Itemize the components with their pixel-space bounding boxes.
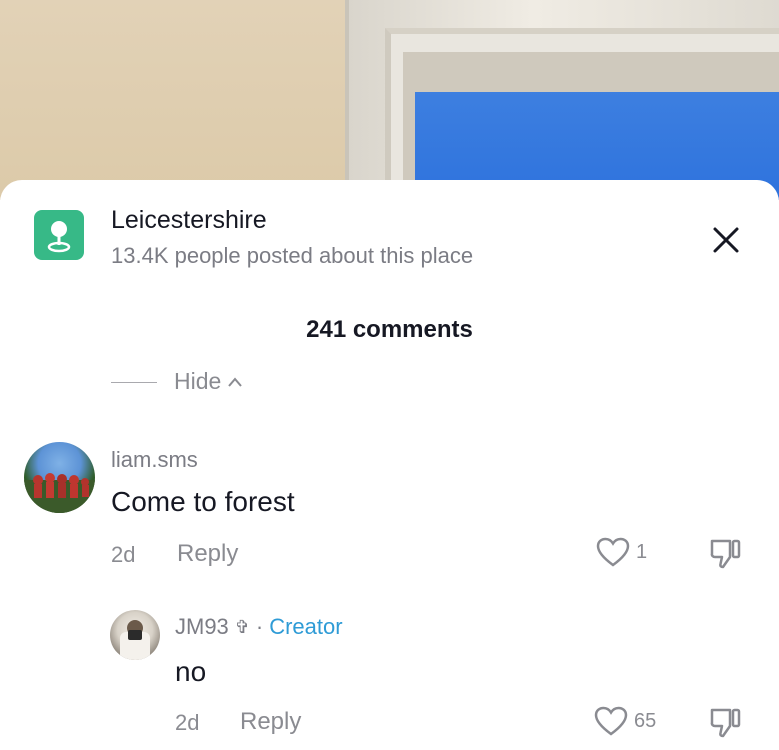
comment-username[interactable]: JM93 [175, 614, 229, 640]
divider [111, 382, 157, 383]
thumbs-down-icon [710, 708, 741, 738]
like-count: 1 [636, 540, 648, 563]
comment-age: 2d [111, 542, 136, 567]
chevron-up-icon [228, 376, 243, 387]
hide-replies-button[interactable]: Hide [174, 368, 243, 395]
reply-button[interactable]: Reply [177, 540, 238, 568]
close-icon[interactable] [706, 220, 746, 260]
avatar[interactable] [24, 442, 95, 513]
reply-username-row: JM93 ✞ · Creator [175, 614, 343, 640]
comment-username[interactable]: liam.sms [111, 447, 198, 473]
like-count: 65 [634, 709, 657, 732]
heart-icon [596, 537, 630, 567]
comments-count: 241 comments [306, 316, 473, 343]
background-video-frame [0, 0, 779, 200]
thumbs-down-icon [710, 539, 741, 569]
reply-button[interactable]: Reply [240, 708, 301, 736]
place-post-count: 13.4K people posted about this place [111, 243, 474, 268]
heart-icon [594, 706, 628, 736]
comment-age: 2d [175, 710, 200, 735]
dislike-button[interactable] [708, 706, 742, 745]
avatar[interactable] [110, 610, 160, 660]
cross-icon: ✞ [234, 616, 250, 637]
dislike-button[interactable] [708, 537, 742, 576]
location-pin-icon[interactable] [34, 210, 84, 260]
comment-text: no [175, 656, 207, 687]
separator-dot: · [255, 614, 264, 639]
creator-badge: Creator [269, 614, 343, 639]
hide-label: Hide [174, 368, 222, 394]
like-button[interactable]: 65 [594, 706, 656, 736]
place-name[interactable]: Leicestershire [111, 206, 267, 235]
like-button[interactable]: 1 [596, 537, 647, 567]
comment-text: Come to forest [111, 486, 295, 517]
